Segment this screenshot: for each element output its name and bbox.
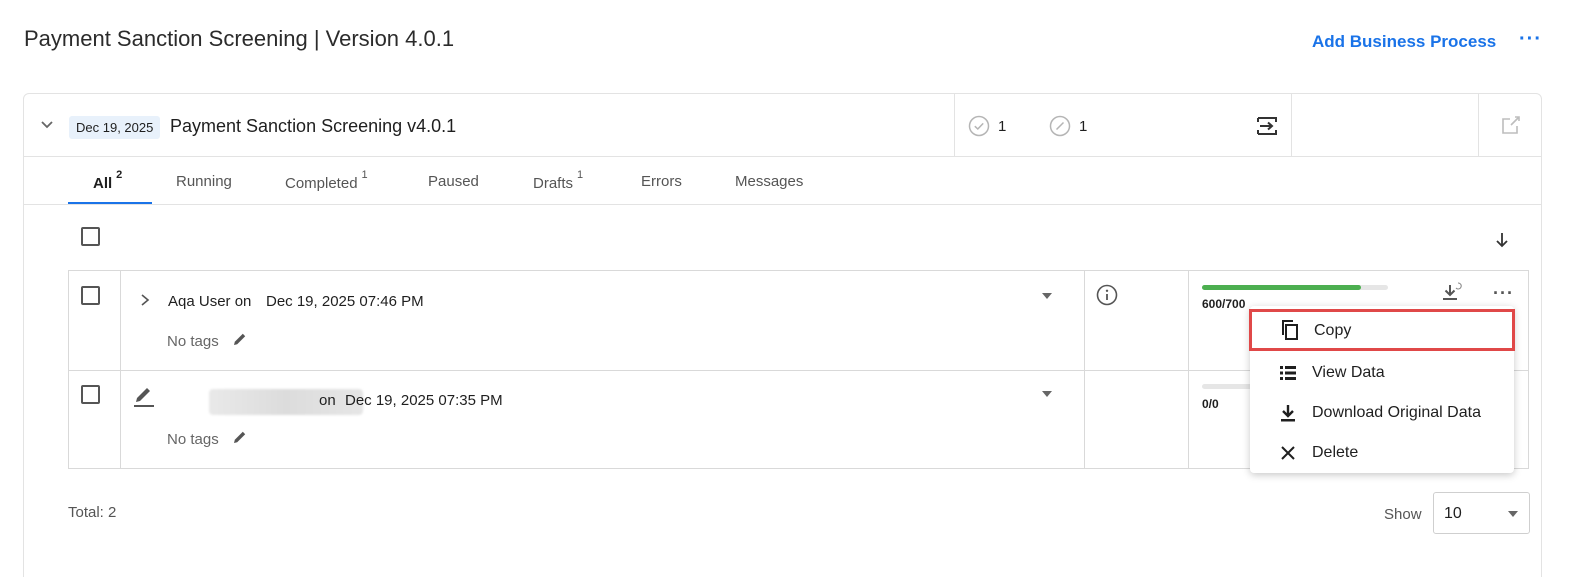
chevron-down-icon[interactable]	[38, 116, 56, 134]
draft-count: 1	[1079, 117, 1088, 135]
row-progress-text: 600/700	[1202, 297, 1246, 311]
completed-stat: 1	[968, 115, 1006, 137]
tab-all[interactable]: All 2	[93, 169, 122, 192]
process-title: Payment Sanction Screening v4.0.1	[170, 116, 457, 136]
process-card-header: Dec 19, 2025 Payment Sanction Screening …	[24, 94, 1541, 157]
download-icon	[1281, 405, 1295, 422]
redacted-author	[209, 389, 363, 415]
check-circle-icon	[968, 115, 990, 137]
list-icon	[1280, 366, 1296, 380]
menu-label-view-data: View Data	[1312, 364, 1385, 381]
status-tabs: All 2 Running Completed 1 Paused Drafts 1 E…	[24, 157, 1541, 205]
add-business-process-link[interactable]: Add Business Process	[1312, 32, 1496, 52]
total-count: Total: 2	[68, 504, 117, 521]
tab-paused[interactable]: Paused	[428, 173, 479, 190]
row-progress-text: 0/0	[1202, 397, 1219, 411]
open-external-icon[interactable]	[1500, 114, 1522, 136]
draft-stat: 1	[1049, 115, 1087, 137]
row-progress-fill	[1202, 285, 1362, 290]
row-more-icon[interactable]: ···	[1493, 283, 1514, 304]
select-all-checkbox[interactable]	[81, 227, 100, 246]
tab-messages[interactable]: Messages	[735, 173, 803, 190]
menu-label-copy: Copy	[1314, 322, 1352, 339]
tab-drafts[interactable]: Drafts 1	[533, 169, 583, 192]
pencil-circle-icon	[1049, 115, 1071, 137]
tab-completed[interactable]: Completed 1	[285, 169, 368, 192]
menu-item-download-original-data[interactable]: Download Original Data	[1250, 393, 1514, 433]
process-date-chip: Dec 19, 2025	[69, 116, 161, 139]
row-author: on	[319, 392, 336, 409]
menu-label-download-original-data: Download Original Data	[1312, 404, 1481, 421]
row-progress-bar	[1202, 285, 1388, 290]
header-divider	[954, 94, 955, 156]
chevron-down-icon	[1508, 511, 1518, 517]
completed-count: 1	[998, 117, 1007, 135]
tab-errors[interactable]: Errors	[641, 173, 682, 190]
more-options-icon[interactable]: ···	[1519, 28, 1542, 51]
row-tags: No tags	[167, 333, 219, 350]
page-size-label: Show	[1384, 506, 1422, 523]
info-icon[interactable]	[1096, 284, 1118, 306]
row-datetime: Dec 19, 2025 07:46 PM	[266, 293, 424, 310]
row-checkbox[interactable]	[81, 286, 100, 305]
sort-down-icon[interactable]	[1493, 231, 1511, 249]
edit-tags-pencil-icon[interactable]	[232, 331, 248, 347]
header-divider	[1478, 94, 1479, 156]
row-expand-caret[interactable]	[1042, 391, 1052, 397]
menu-item-copy[interactable]: Copy	[1249, 309, 1515, 351]
menu-item-delete[interactable]: Delete	[1250, 433, 1514, 473]
workflow-icon[interactable]	[1254, 114, 1280, 138]
chevron-right-icon[interactable]	[139, 293, 151, 307]
page-size-value: 10	[1444, 505, 1462, 522]
active-tab-indicator	[68, 202, 152, 204]
edit-tags-pencil-icon[interactable]	[232, 429, 248, 445]
row-checkbox[interactable]	[81, 385, 100, 404]
menu-item-view-data[interactable]: View Data	[1250, 353, 1514, 393]
draft-pencil-icon	[134, 388, 154, 407]
copy-icon	[1282, 320, 1298, 340]
page-size-select[interactable]: 10	[1433, 492, 1530, 534]
page-title: Payment Sanction Screening | Version 4.0…	[24, 26, 455, 51]
close-icon	[1281, 446, 1295, 460]
row-datetime: Dec 19, 2025 07:35 PM	[345, 392, 503, 409]
row-expand-caret[interactable]	[1042, 293, 1052, 299]
header-divider	[1291, 94, 1292, 156]
download-sync-icon[interactable]	[1440, 281, 1464, 305]
menu-label-delete: Delete	[1312, 444, 1359, 461]
row-context-menu: Copy View Data Download Original Data De…	[1249, 306, 1515, 473]
row-author: Aqa User on	[168, 293, 252, 310]
tab-running[interactable]: Running	[176, 173, 232, 190]
row-tags: No tags	[167, 431, 219, 448]
